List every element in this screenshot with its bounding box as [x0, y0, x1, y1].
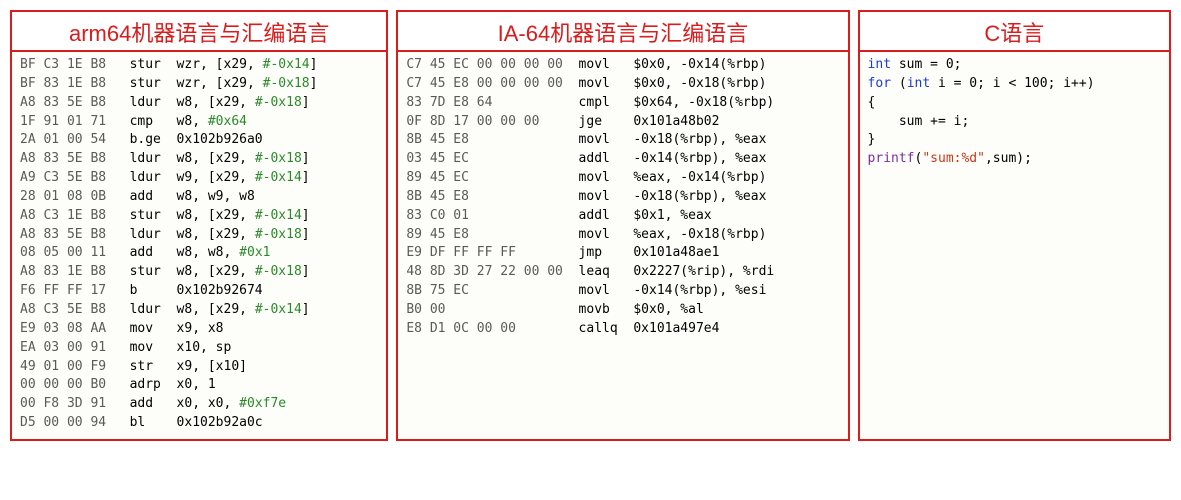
- panel-title-arm64: arm64机器语言与汇编语言: [12, 12, 386, 52]
- panel-title-c: C语言: [860, 12, 1169, 52]
- code-block-arm64: BF C3 1E B8 stur wzr, [x29, #-0x14] BF 8…: [12, 52, 386, 439]
- panels-row: arm64机器语言与汇编语言 BF C3 1E B8 stur wzr, [x2…: [10, 10, 1171, 441]
- code-block-ia64: C7 45 EC 00 00 00 00 movl $0x0, -0x14(%r…: [398, 52, 847, 439]
- panel-ia64: IA-64机器语言与汇编语言 C7 45 EC 00 00 00 00 movl…: [396, 10, 849, 441]
- panel-c: C语言 int sum = 0; for (int i = 0; i < 100…: [858, 10, 1171, 441]
- panel-arm64: arm64机器语言与汇编语言 BF C3 1E B8 stur wzr, [x2…: [10, 10, 388, 441]
- panel-title-ia64: IA-64机器语言与汇编语言: [398, 12, 847, 52]
- code-block-c: int sum = 0; for (int i = 0; i < 100; i+…: [860, 52, 1169, 439]
